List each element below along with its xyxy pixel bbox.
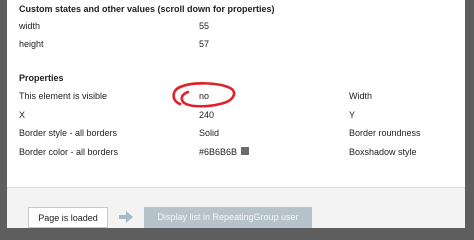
width-label: Width	[349, 91, 373, 101]
boxshadow-style-label: Boxshadow style	[349, 147, 417, 157]
custom-state-height-value: 57	[199, 39, 210, 49]
x-label: X	[19, 110, 26, 120]
workflow-step-bar: Page is loaded Display list in Repeating…	[7, 187, 465, 228]
border-color-label: Border color - all borders	[19, 147, 119, 157]
custom-states-heading: Custom states and other values (scroll d…	[19, 4, 275, 14]
custom-state-width-value: 55	[199, 21, 210, 31]
custom-state-width-label: width	[19, 21, 41, 31]
custom-state-height-label: height	[19, 39, 44, 49]
border-style-label: Border style - all borders	[19, 128, 118, 138]
element-inspector-panel: Custom states and other values (scroll d…	[7, 0, 465, 187]
x-value: 240	[199, 110, 215, 120]
y-label: Y	[349, 110, 356, 120]
border-style-value: Solid	[199, 128, 220, 138]
visible-label: This element is visible	[19, 91, 108, 101]
page-is-loaded-step[interactable]: Page is loaded	[28, 207, 108, 228]
border-color-value: #6B6B6B	[199, 147, 238, 157]
color-swatch	[241, 147, 249, 155]
properties-heading: Properties	[19, 73, 64, 83]
visible-value: no	[199, 91, 210, 101]
display-list-step[interactable]: Display list in RepeatingGroup user	[144, 207, 312, 228]
border-roundness-label: Border roundness	[349, 128, 421, 138]
arrow-right-icon	[119, 211, 133, 223]
